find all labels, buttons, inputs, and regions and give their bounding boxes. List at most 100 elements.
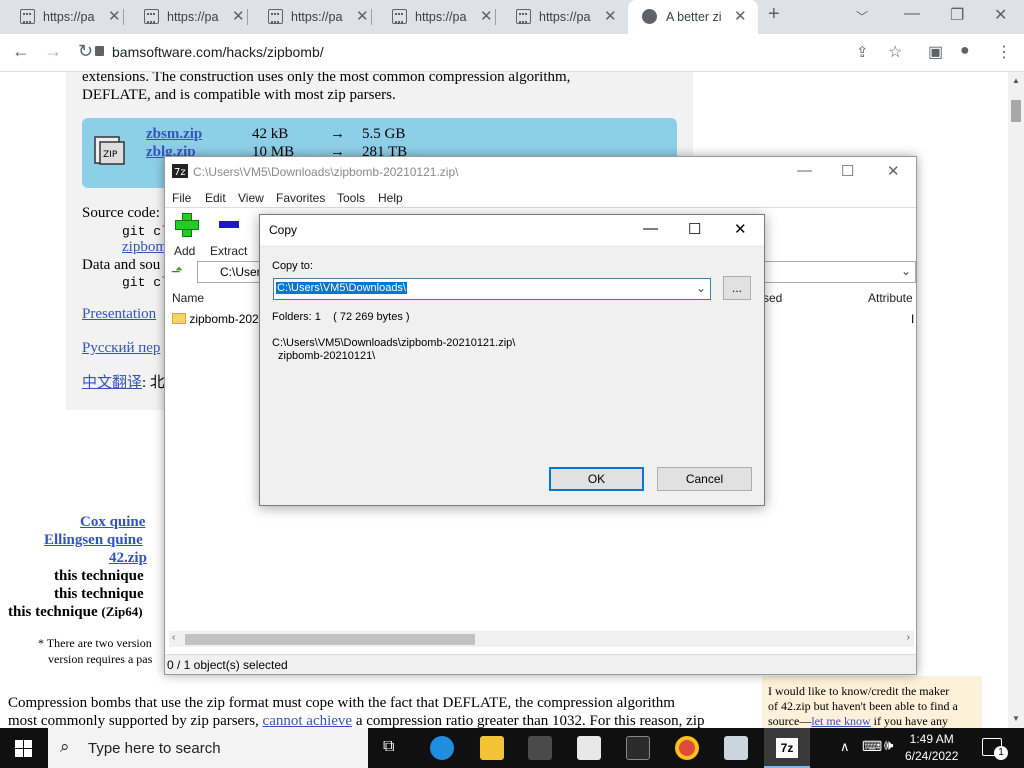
new-tab-icon[interactable]: + [768,3,780,26]
file-list-row[interactable]: zipbomb-2021 [172,312,265,326]
column-packed[interactable]: sed [763,291,782,305]
scroll-thumb[interactable] [1011,100,1021,122]
share-icon[interactable]: ⇪ [856,43,869,61]
extract-button[interactable]: Extract [210,244,247,258]
more-menu-icon[interactable]: ⋮ [996,42,1012,62]
scroll-up-icon[interactable]: ▲ [1012,76,1020,85]
reference-link[interactable]: Ellingsen quine [44,531,143,549]
volume-icon[interactable]: 🕪 [884,737,893,754]
body-text: Compression bombs that use the zip forma… [8,695,675,711]
store-icon[interactable] [528,736,552,760]
scroll-down-icon[interactable]: ▼ [1012,714,1020,723]
destination-combo[interactable]: C:\Users\VM5\Downloads\ ⌄ [273,278,711,300]
sidenote-text: source— [768,714,812,728]
maximize-icon[interactable]: ☐ [688,220,701,238]
scroll-right-icon[interactable]: › [907,632,910,643]
destination-path[interactable]: C:\Users\VM5\Downloads\ [276,282,407,294]
ok-button[interactable]: OK [549,467,644,491]
chinese-translation-link[interactable]: 中文翻译 [82,375,142,391]
page-scrollbar[interactable]: ▲ ▼ [1008,72,1024,728]
notepad-icon[interactable] [724,736,748,760]
notification-center-icon[interactable]: 1 [982,738,1008,760]
browser-tab[interactable]: https://pas ✕ [248,0,372,34]
browse-button[interactable]: ... [723,276,751,300]
menu-file[interactable]: File [172,191,191,205]
window-title: C:\Users\VM5\Downloads\zipbomb-20210121.… [193,165,459,179]
restore-icon[interactable]: ❐ [950,5,964,25]
search-icon: ⌕ [60,737,70,756]
browser-tab-active[interactable]: A better zi ✕ [628,0,758,34]
reference-link[interactable]: Cox quine [80,513,145,531]
cancel-button[interactable]: Cancel [657,467,752,491]
terminal-icon[interactable] [626,736,650,760]
up-folder-icon[interactable]: ⬏ [171,263,183,280]
menu-favorites[interactable]: Favorites [276,191,325,205]
download-link[interactable]: zbsm.zip [146,126,202,142]
bookmark-star-icon[interactable]: ☆ [888,42,902,62]
browser-tab[interactable]: https://pas ✕ [0,0,124,34]
clock[interactable]: 1:49 AM 6/24/2022 [905,731,958,765]
let-me-know-link[interactable]: let me know [811,714,870,728]
menu-view[interactable]: View [238,191,264,205]
close-dialog-icon[interactable]: ✕ [734,220,747,238]
technique-label: this technique [54,586,144,602]
windows-start-icon[interactable] [15,740,32,757]
intro-text: extensions. The construction uses only t… [82,72,571,85]
scroll-thumb[interactable] [185,634,475,645]
svg-text:7z: 7z [174,167,186,178]
scroll-left-icon[interactable]: ‹ [172,632,175,643]
clock-date: 6/24/2022 [905,749,959,763]
7zip-taskbar-button[interactable]: 7z [764,728,810,768]
file-explorer-icon[interactable] [480,736,504,760]
menu-tools[interactable]: Tools [337,191,365,205]
minimize-icon[interactable]: — [904,5,920,23]
browser-tab[interactable]: https://pas ✕ [372,0,496,34]
tab-search-chevron-icon[interactable]: ﹀ [856,8,868,25]
reload-icon[interactable]: ↻ [78,41,93,62]
close-tab-icon[interactable]: ✕ [604,7,617,25]
network-icon[interactable]: ⌨ [862,738,882,755]
browser-tab[interactable]: https://pas ✕ [496,0,620,34]
cannot-achieve-link[interactable]: cannot achieve [263,713,353,728]
mail-icon[interactable] [577,736,601,760]
column-attributes[interactable]: Attribute [868,291,913,305]
chevron-down-icon[interactable]: ⌄ [696,281,706,295]
browser-tab[interactable]: https://pas ✕ [124,0,248,34]
add-button[interactable]: Add [174,244,195,258]
minimize-icon[interactable]: — [643,220,658,237]
page-favicon-icon [392,9,407,24]
close-tab-icon[interactable]: ✕ [232,7,245,25]
close-tab-icon[interactable]: ✕ [734,7,747,25]
extract-icon[interactable] [219,221,239,228]
maximize-icon[interactable]: ☐ [841,162,854,180]
back-arrow-icon[interactable]: ← [12,41,30,62]
column-name[interactable]: Name [172,291,204,305]
chevron-down-icon[interactable]: ⌄ [901,264,911,278]
menu-help[interactable]: Help [378,191,403,205]
horizontal-scrollbar[interactable]: ‹ › [169,631,914,647]
close-tab-icon[interactable]: ✕ [480,7,493,25]
chrome-icon[interactable] [675,736,699,760]
russian-translation-link[interactable]: Русский пер [82,339,160,357]
presentation-link[interactable]: Presentation [82,305,156,323]
close-window-icon[interactable]: ✕ [887,162,900,180]
page-favicon-icon [268,9,283,24]
profile-avatar-icon[interactable]: ● [960,42,970,60]
close-window-icon[interactable]: ✕ [994,5,1007,25]
minimize-icon[interactable]: — [797,162,812,179]
address-bar[interactable]: bamsoftware.com/hacks/zipbomb/ [112,44,324,60]
task-view-icon[interactable]: ⧉ [383,738,394,756]
menu-edit[interactable]: Edit [205,191,226,205]
tab-label: https://pas [43,10,95,24]
reference-link[interactable]: 42.zip [109,549,147,567]
close-tab-icon[interactable]: ✕ [108,7,121,25]
close-tab-icon[interactable]: ✕ [356,7,369,25]
add-icon[interactable] [175,213,199,237]
edge-icon[interactable] [430,736,454,760]
side-panel-icon[interactable]: ▣ [928,42,943,62]
chinese-translation-text: : 北 [142,375,165,391]
forward-arrow-icon[interactable]: → [44,41,62,62]
chevron-up-icon[interactable]: ∧ [840,739,850,755]
taskbar-search[interactable]: ⌕ Type here to search [48,728,368,768]
zipbomb-link[interactable]: zipbom [122,238,167,256]
